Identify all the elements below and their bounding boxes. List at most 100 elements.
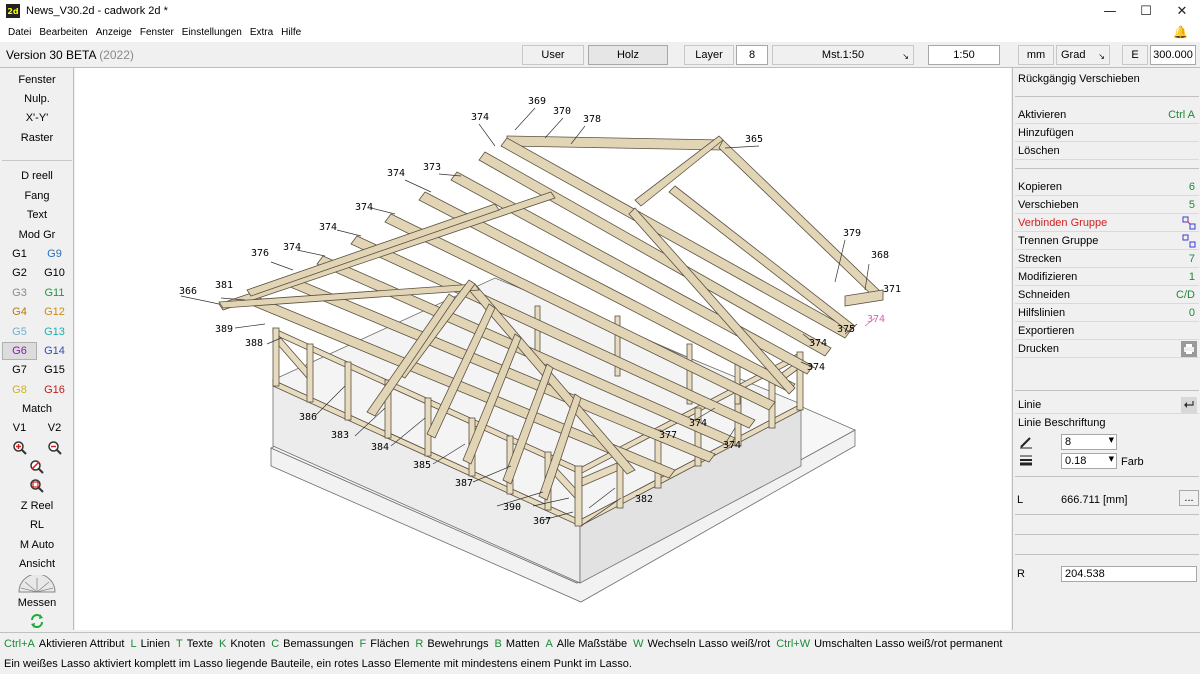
fenster-button[interactable]: Fenster [2, 71, 72, 89]
menu-hilfe[interactable]: Hilfe [277, 27, 305, 38]
shortcut-text[interactable]: Texte [187, 638, 213, 650]
schneiden-button[interactable]: Schneiden C/D [1015, 286, 1199, 304]
group-g1-button[interactable]: G1 [2, 245, 37, 263]
verschieben-button[interactable]: Verschieben 5 [1015, 196, 1199, 214]
part-label[interactable]: 374 [807, 362, 825, 373]
e-button[interactable]: E [1122, 45, 1148, 65]
kopieren-button[interactable]: Kopieren 6 [1015, 178, 1199, 196]
part-label[interactable]: 378 [583, 114, 601, 125]
zoom-real-button[interactable]: Z Reel [2, 497, 72, 515]
menu-datei[interactable]: Datei [4, 27, 35, 38]
part-label[interactable]: 367 [533, 516, 551, 527]
close-button[interactable]: ✕ [1164, 0, 1200, 22]
group-g5-button[interactable]: G5 [2, 323, 37, 341]
group-g16-button[interactable]: G16 [37, 381, 72, 399]
group-g7-button[interactable]: G7 [2, 361, 37, 379]
fang-button[interactable]: Fang [2, 187, 72, 205]
drucken-button[interactable]: Drucken [1015, 340, 1199, 358]
scale-button[interactable]: Mst.1:50 ↘ [772, 45, 914, 65]
view-v1-button[interactable]: V1 [2, 419, 37, 437]
aktivieren-button[interactable]: Aktivieren Ctrl A [1015, 106, 1199, 124]
part-label[interactable]: 374 [689, 418, 707, 429]
part-label[interactable]: 376 [251, 248, 269, 259]
shortcut-text[interactable]: Alle Maßstäbe [557, 638, 627, 650]
undo-move-button[interactable]: Rückgängig Verschieben [1015, 70, 1199, 88]
group-g13-button[interactable]: G13 [37, 323, 72, 341]
pen-number-select[interactable]: 8 ▼ [1061, 434, 1117, 450]
length-more-button[interactable]: ... [1179, 490, 1199, 506]
exportieren-button[interactable]: Exportieren [1015, 322, 1199, 340]
zoom-previous-icon[interactable] [2, 458, 72, 476]
shortcut-text[interactable]: Bemassungen [283, 638, 353, 650]
menu-bearbeiten[interactable]: Bearbeiten [35, 27, 91, 38]
group-g9-button[interactable]: G9 [37, 245, 72, 263]
part-label[interactable]: 389 [215, 324, 233, 335]
part-label[interactable]: 374 [319, 222, 337, 233]
shortcut-text[interactable]: Umschalten Lasso weiß/rot permanent [814, 638, 1002, 650]
part-label[interactable]: 374 [283, 242, 301, 253]
part-label[interactable]: 371 [883, 284, 901, 295]
zoom-in-icon[interactable] [2, 439, 37, 457]
menu-extra[interactable]: Extra [246, 27, 277, 38]
part-label[interactable]: 390 [503, 502, 521, 513]
group-g10-button[interactable]: G10 [37, 264, 72, 282]
ansicht-button[interactable]: Ansicht [2, 555, 72, 573]
holz-button[interactable]: Holz [588, 45, 668, 65]
zoom-out-icon[interactable] [37, 439, 72, 457]
scale-value-field[interactable]: 1:50 [928, 45, 1000, 65]
part-label[interactable]: 385 [413, 460, 431, 471]
raster-button[interactable]: Raster [2, 129, 72, 147]
part-label[interactable]: 366 [179, 286, 197, 297]
shortcut-text[interactable]: Linien [141, 638, 170, 650]
shortcut-text[interactable]: Bewehrungs [427, 638, 488, 650]
zoom-all-icon[interactable] [2, 477, 72, 495]
trennen-gruppe-button[interactable]: Trennen Gruppe [1015, 232, 1199, 250]
shortcut-text[interactable]: Aktivieren Attribut [39, 638, 125, 650]
part-label[interactable]: 384 [371, 442, 389, 453]
group-g8-button[interactable]: G8 [2, 381, 37, 399]
line-width-select[interactable]: 0.18 ▼ [1061, 453, 1117, 469]
part-label[interactable]: 374 [723, 440, 741, 451]
part-label[interactable]: 382 [635, 494, 653, 505]
rl-button[interactable]: RL [2, 516, 72, 534]
group-g2-button[interactable]: G2 [2, 264, 37, 282]
user-button[interactable]: User [522, 45, 584, 65]
refresh-icon[interactable] [2, 612, 72, 630]
match-button[interactable]: Match [2, 400, 72, 418]
part-label[interactable]: 374 [355, 202, 373, 213]
part-label[interactable]: 377 [659, 430, 677, 441]
minimize-button[interactable]: — [1092, 0, 1128, 22]
part-label[interactable]: 379 [843, 228, 861, 239]
angle-unit-button[interactable]: Grad ↘ [1056, 45, 1110, 65]
notification-bell-icon[interactable]: 🔔 [1173, 25, 1188, 39]
part-label[interactable]: 373 [423, 162, 441, 173]
verbinden-gruppe-button[interactable]: Verbinden Gruppe [1015, 214, 1199, 232]
part-label[interactable]: 383 [331, 430, 349, 441]
part-label[interactable]: 386 [299, 412, 317, 423]
menu-fenster[interactable]: Fenster [136, 27, 178, 38]
m-auto-button[interactable]: M Auto [2, 536, 72, 554]
layer-button[interactable]: Layer [684, 45, 734, 65]
part-label-highlighted[interactable]: 374 [867, 314, 885, 325]
part-label[interactable]: 374 [471, 112, 489, 123]
modifizieren-button[interactable]: Modifizieren 1 [1015, 268, 1199, 286]
shortcut-text[interactable]: Flächen [370, 638, 409, 650]
nullpunkt-button[interactable]: Nulp. [2, 90, 72, 108]
menu-anzeige[interactable]: Anzeige [92, 27, 136, 38]
linie-button[interactable]: Linie [1015, 396, 1199, 414]
radius-value-field[interactable]: 204.538 [1061, 566, 1197, 582]
part-label[interactable]: 374 [809, 338, 827, 349]
part-label[interactable]: 381 [215, 280, 233, 291]
xy-button[interactable]: X'-Y' [2, 109, 72, 127]
maximize-button[interactable]: ☐ [1128, 0, 1164, 22]
part-label[interactable]: 387 [455, 478, 473, 489]
shortcut-text[interactable]: Knoten [230, 638, 265, 650]
group-g15-button[interactable]: G15 [37, 361, 72, 379]
shortcut-text[interactable]: Wechseln Lasso weiß/rot [648, 638, 771, 650]
part-label[interactable]: 370 [553, 106, 571, 117]
messen-button[interactable]: Messen [2, 594, 72, 612]
protractor-icon[interactable] [2, 574, 72, 594]
part-label[interactable]: 375 [837, 324, 855, 335]
group-g6-button[interactable]: G6 [2, 342, 37, 360]
strecken-button[interactable]: Strecken 7 [1015, 250, 1199, 268]
